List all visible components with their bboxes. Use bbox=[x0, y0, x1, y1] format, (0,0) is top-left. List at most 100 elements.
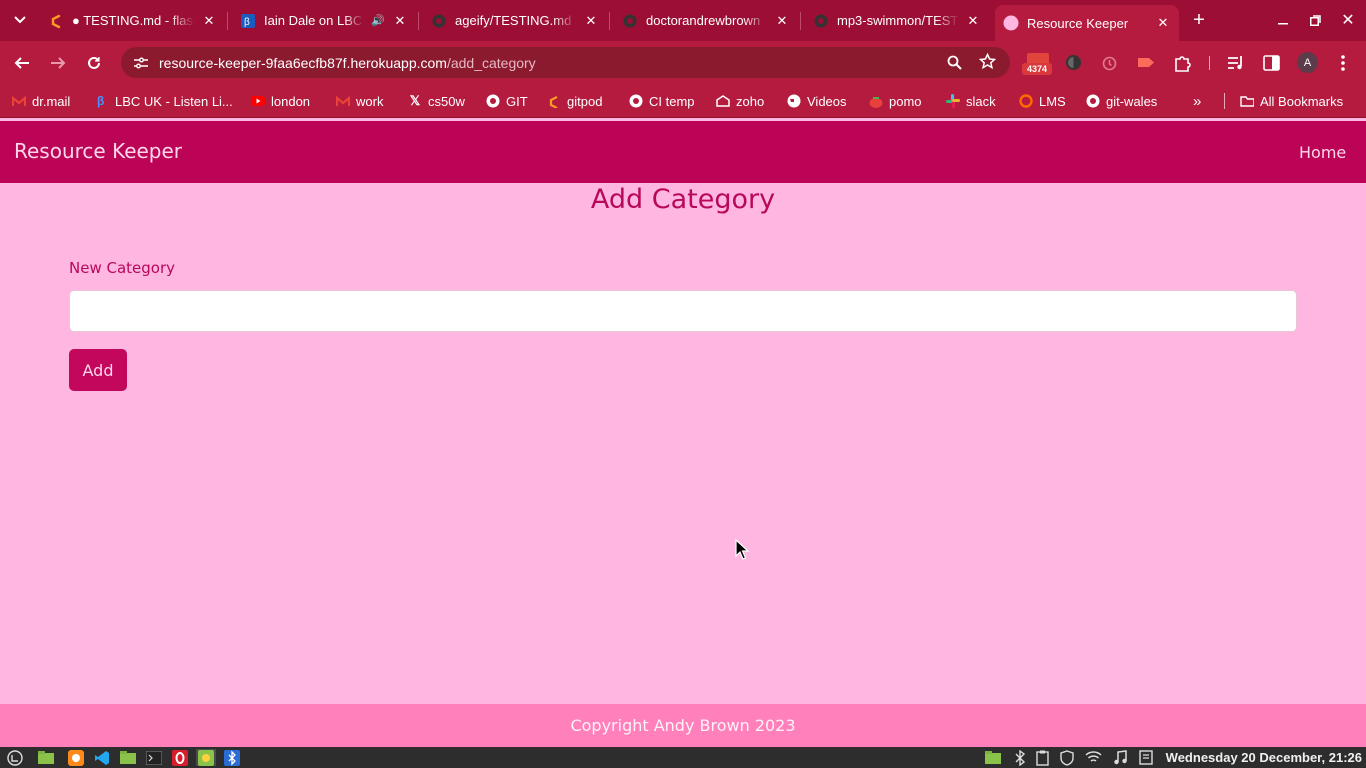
close-tab-icon[interactable]: ✕ bbox=[965, 13, 981, 29]
wifi-icon[interactable] bbox=[1085, 749, 1102, 766]
forward-icon[interactable] bbox=[46, 51, 70, 75]
bookmark-git[interactable]: GIT bbox=[486, 84, 528, 118]
svg-text:β: β bbox=[244, 17, 250, 28]
bookmark-label: git-wales bbox=[1106, 93, 1158, 109]
url-host: resource-keeper-9faa6ecfb87f.herokuapp.c… bbox=[159, 54, 447, 71]
bluetooth-app-icon[interactable] bbox=[223, 749, 240, 766]
tab-resource-keeper[interactable]: Resource Keeper ✕ bbox=[995, 5, 1179, 41]
zoho-icon bbox=[716, 94, 730, 108]
close-tab-icon[interactable]: ✕ bbox=[201, 13, 217, 29]
app-navbar bbox=[0, 121, 1366, 183]
shield-icon[interactable] bbox=[1058, 749, 1075, 766]
bookmark-git-wales[interactable]: git-wales bbox=[1086, 84, 1157, 118]
lms-icon bbox=[1019, 94, 1033, 108]
github-icon bbox=[813, 13, 829, 29]
all-bookmarks-folder[interactable]: All Bookmarks bbox=[1240, 84, 1343, 118]
bluetooth-icon[interactable] bbox=[1011, 749, 1028, 766]
clipboard-icon[interactable] bbox=[1034, 749, 1051, 766]
bookmark-label: GIT bbox=[506, 93, 528, 109]
x-icon: 𝕏 bbox=[409, 93, 421, 108]
tab-iain-dale[interactable]: β Iain Dale on LBC 🔊 ✕ bbox=[232, 0, 416, 41]
tray-folder-icon[interactable] bbox=[984, 749, 1001, 766]
bookmark-cs50w[interactable]: 𝕏cs50w bbox=[408, 84, 465, 118]
bookmark-london[interactable]: london bbox=[251, 84, 310, 118]
window-close-icon[interactable]: ✕ bbox=[1336, 8, 1360, 32]
url-path: /add_category bbox=[446, 54, 536, 71]
address-bar[interactable]: resource-keeper-9faa6ecfb87f.herokuapp.c… bbox=[121, 47, 1010, 78]
kebab-menu-icon[interactable] bbox=[1336, 54, 1350, 75]
bookmark-gitpod[interactable]: gitpod bbox=[547, 84, 602, 118]
tab-strip: ● TESTING.md - flask ✕ β Iain Dale on LB… bbox=[0, 0, 1366, 41]
files-folder-icon[interactable] bbox=[37, 749, 54, 766]
alarm-extension-icon[interactable] bbox=[1101, 54, 1118, 74]
add-category-button[interactable]: Add bbox=[69, 349, 127, 391]
tab-doctorandrewbrown[interactable]: doctorandrewbrown ✕ bbox=[614, 0, 798, 41]
restore-icon[interactable] bbox=[1303, 8, 1327, 32]
bookmark-label: gitpod bbox=[567, 93, 603, 109]
reload-icon[interactable] bbox=[82, 51, 106, 75]
audio-icon[interactable]: 🔊 bbox=[370, 14, 386, 27]
media-control-icon[interactable] bbox=[1227, 55, 1245, 74]
firefox-icon[interactable] bbox=[67, 749, 84, 766]
profile-avatar[interactable]: A bbox=[1297, 52, 1318, 73]
side-panel-icon[interactable] bbox=[1263, 55, 1280, 74]
bookmark-zoho[interactable]: zoho bbox=[716, 84, 764, 118]
close-tab-icon[interactable]: ✕ bbox=[774, 13, 790, 29]
more-bookmarks-chevron-icon[interactable]: » bbox=[1193, 84, 1201, 118]
gmail-icon bbox=[12, 94, 26, 108]
bookmark-work[interactable]: work bbox=[336, 84, 383, 118]
tab-mp3-swimmon[interactable]: mp3-swimmon/TEST ✕ bbox=[805, 0, 989, 41]
nav-home-link[interactable]: Home bbox=[1299, 143, 1346, 162]
tab-title: doctorandrewbrown bbox=[646, 13, 761, 28]
tab-testing-flask[interactable]: ● TESTING.md - flask ✕ bbox=[40, 0, 225, 41]
bookmark-label: Videos bbox=[807, 93, 847, 109]
tab-search-chevron-icon[interactable] bbox=[8, 8, 32, 32]
mouse-cursor-icon bbox=[735, 538, 750, 563]
github-icon bbox=[1086, 94, 1100, 108]
opera-icon[interactable] bbox=[171, 749, 188, 766]
page-title: Add Category bbox=[590, 184, 776, 215]
new-tab-icon[interactable]: + bbox=[1187, 8, 1211, 32]
music-note-icon[interactable] bbox=[1111, 749, 1128, 766]
bookmark-lms[interactable]: LMS bbox=[1019, 84, 1066, 118]
close-tab-icon[interactable]: ✕ bbox=[583, 13, 599, 29]
bookmark-lbc[interactable]: β LBC UK - Listen Li... bbox=[95, 84, 233, 118]
bookmark-ci-temp[interactable]: CI temp bbox=[629, 84, 695, 118]
bookmark-pomo[interactable]: pomo bbox=[869, 84, 922, 118]
os-taskbar: Wednesday 20 December, 21:26 bbox=[0, 747, 1366, 768]
bookmark-videos[interactable]: Videos bbox=[787, 84, 847, 118]
minimize-icon[interactable] bbox=[1271, 8, 1295, 32]
extensions-puzzle-icon[interactable] bbox=[1173, 54, 1191, 75]
chrome-taskbar-icon[interactable] bbox=[196, 749, 216, 766]
file-manager-icon[interactable] bbox=[119, 749, 136, 766]
os-menu-icon[interactable] bbox=[6, 749, 23, 766]
close-tab-icon[interactable]: ✕ bbox=[1155, 15, 1171, 31]
tab-ageify[interactable]: ageify/TESTING.md at ✕ bbox=[423, 0, 607, 41]
back-icon[interactable] bbox=[10, 51, 34, 75]
notes-icon[interactable] bbox=[1137, 749, 1154, 766]
lbc-icon: β bbox=[95, 94, 109, 108]
brand-logo-link[interactable]: Resource Keeper bbox=[14, 139, 182, 163]
bookmark-dr-mail[interactable]: dr.mail bbox=[12, 84, 70, 118]
github-icon bbox=[622, 13, 638, 29]
new-category-label: New Category bbox=[69, 259, 176, 277]
taskbar-clock[interactable]: Wednesday 20 December, 21:26 bbox=[1166, 747, 1362, 768]
new-category-input[interactable] bbox=[69, 290, 1297, 332]
tomato-icon bbox=[869, 94, 883, 108]
dark-mode-extension-icon[interactable] bbox=[1065, 54, 1082, 74]
gmail-extension-icon[interactable]: 4374 bbox=[1022, 52, 1052, 76]
site-info-icon[interactable] bbox=[133, 56, 149, 70]
bookmark-star-icon[interactable] bbox=[978, 52, 997, 73]
video-extension-icon[interactable] bbox=[1137, 55, 1155, 73]
tab-title: Resource Keeper bbox=[1027, 15, 1129, 31]
terminal-icon[interactable] bbox=[145, 749, 162, 766]
zoom-icon[interactable] bbox=[947, 55, 962, 73]
bookmark-slack[interactable]: slack bbox=[946, 84, 996, 118]
bookmark-label: LMS bbox=[1039, 93, 1066, 109]
vscode-icon[interactable] bbox=[93, 749, 110, 766]
bookmark-label: pomo bbox=[889, 93, 922, 109]
bookmark-label: LBC UK - Listen Li... bbox=[115, 93, 233, 109]
gmail-icon bbox=[336, 94, 350, 108]
all-bookmarks-label: All Bookmarks bbox=[1260, 93, 1344, 109]
close-tab-icon[interactable]: ✕ bbox=[392, 13, 408, 29]
